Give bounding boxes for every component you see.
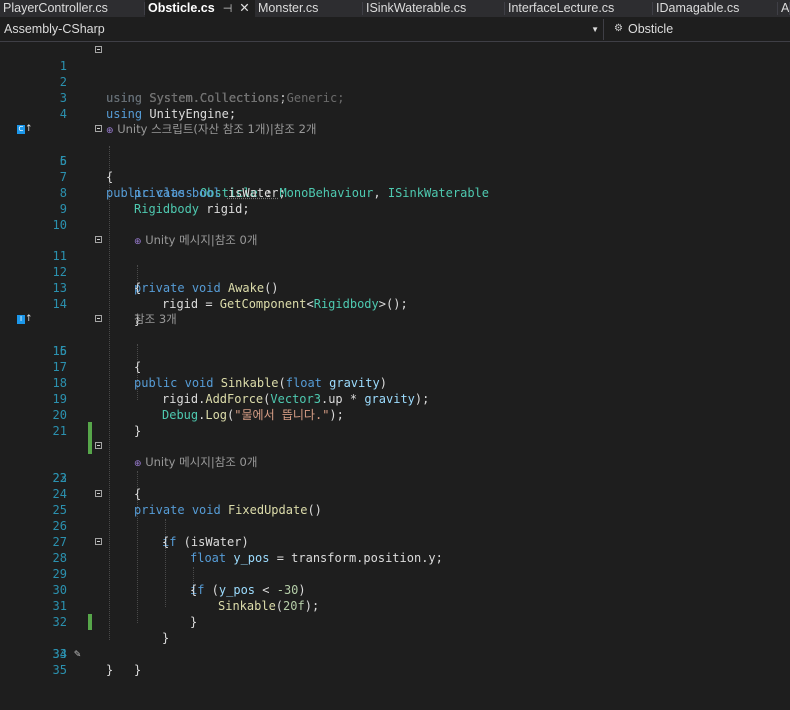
- code-line-22: 22 private void FixedUpdate(): [0, 438, 790, 517]
- project-dropdown[interactable]: Assembly-CSharp ▼: [0, 19, 604, 40]
- codelens-line: ⊕ Unity 스크립트(자산 참조 1개)|참조 2개: [0, 105, 790, 136]
- code-line-19: 19 Debug.Log("물에서 뜹니다.");: [0, 375, 790, 422]
- code-line-17: 17: [0, 343, 790, 374]
- code-line-33: 33 }: [0, 614, 790, 677]
- code-line-18: 18 rigid.AddForce(Vector3.up * gravity);: [0, 359, 790, 406]
- code-line-16: 16 {: [0, 327, 790, 374]
- code-line-3: 3 using UnityEngine;: [0, 74, 790, 121]
- pencil-icon: ✎: [74, 647, 81, 660]
- codelens-line: ⊕ Unity 메시지|참조 0개: [0, 216, 790, 247]
- code-editor[interactable]: 1 using System.Collections; 2 using Syst…: [0, 42, 790, 677]
- code-line-27: 27 float y_pos = transform.position.y;: [0, 518, 790, 565]
- line-number: 35: [52, 663, 67, 677]
- code-line-1: 1 using System.Collections;: [0, 42, 790, 105]
- implementation-icon[interactable]: I ↑: [17, 314, 33, 324]
- tab-label: IDamagable.cs: [656, 1, 740, 15]
- close-icon[interactable]: ✕: [239, 1, 249, 15]
- code-line-24: 24: [0, 470, 790, 501]
- tab-isinkwaterable[interactable]: ISinkWaterable.cs: [363, 0, 505, 17]
- tab-player-controller[interactable]: PlayerController.cs: [0, 0, 145, 17]
- change-indicator: [88, 422, 92, 438]
- code-line-28: 28 if (y_pos < -30): [0, 534, 790, 597]
- code-line-14: 14 }: [0, 280, 790, 327]
- code-line-23: 23 {: [0, 454, 790, 501]
- code-line-32: 32 }: [0, 598, 790, 645]
- code-line-11: 11 private void Awake(): [0, 232, 790, 295]
- codelens-line: 참조 3개: [0, 295, 790, 326]
- tab-label: Monster.cs: [258, 1, 319, 15]
- code-line-34: 34 }: [0, 630, 790, 677]
- collapse-icon[interactable]: [95, 442, 102, 449]
- code-line-8: 8 Rigidbody rigid;: [0, 169, 790, 216]
- implementation-icon[interactable]: C ↑: [17, 124, 33, 134]
- code-line-31: 31 }: [0, 582, 790, 629]
- code-line-13: 13 rigid = GetComponent<Rigidbody>();: [0, 264, 790, 311]
- code-line-5: C ↑ 5 public class Obsticle : MonoBehavio…: [0, 121, 790, 200]
- collapse-icon[interactable]: [95, 236, 102, 243]
- collapse-icon[interactable]: [95, 538, 102, 545]
- code-line-7: 7 private bool isWater;: [0, 153, 790, 200]
- change-indicator: [88, 614, 92, 630]
- tab-obsticle[interactable]: Obsticle.cs ⊣ ✕: [145, 0, 255, 17]
- tab-label: ISinkWaterable.cs: [366, 1, 467, 15]
- code-line-9: 9: [0, 185, 790, 216]
- tab-monster[interactable]: Monster.cs: [255, 0, 363, 17]
- project-name: Assembly-CSharp: [4, 22, 105, 36]
- code-line-15: I ↑ 15 public void Sinkable(float gravity…: [0, 311, 790, 390]
- class-icon: ⚙: [614, 23, 623, 34]
- tab-label: A: [781, 1, 790, 15]
- tab-interface-lecture[interactable]: InterfaceLecture.cs: [505, 0, 653, 17]
- code-line-30: 30 Sinkable(20f);: [0, 566, 790, 613]
- tab-label: PlayerController.cs: [3, 1, 108, 15]
- class-dropdown[interactable]: ⚙ Obsticle: [608, 19, 790, 40]
- code-line-21: 21: [0, 407, 790, 438]
- code-line-4: 4: [0, 90, 790, 121]
- code-line-35: 35 ✎: [0, 646, 790, 677]
- tab-overflow[interactable]: A: [778, 0, 790, 17]
- code-line-20: 20 }: [0, 391, 790, 438]
- code-line-10: 10: [0, 201, 790, 232]
- collapse-icon[interactable]: [95, 315, 102, 322]
- code-line-26: 26 {: [0, 502, 790, 549]
- collapse-icon[interactable]: [95, 490, 102, 497]
- code-text: }: [134, 663, 142, 677]
- collapse-icon[interactable]: [95, 46, 102, 53]
- change-indicator: [88, 438, 92, 454]
- code-line-25: 25 if (isWater): [0, 486, 790, 549]
- code-line-2: 2 using System.Collections.Generic;: [0, 58, 790, 105]
- navigation-bar: Assembly-CSharp ▼ ⚙ Obsticle: [0, 18, 790, 42]
- collapse-icon[interactable]: [95, 125, 102, 132]
- chevron-down-icon: ▼: [591, 25, 599, 34]
- codelens-line: ⊕ Unity 메시지|참조 0개: [0, 422, 790, 469]
- tab-label: Obsticle.cs: [148, 1, 215, 15]
- class-name: Obsticle: [628, 22, 674, 36]
- document-tab-strip: PlayerController.cs Obsticle.cs ⊣ ✕ Monste…: [0, 0, 790, 17]
- code-text: }: [106, 663, 114, 677]
- code-line-12: 12 {: [0, 248, 790, 295]
- tab-idamagable[interactable]: IDamagable.cs: [653, 0, 778, 17]
- tab-label: InterfaceLecture.cs: [508, 1, 615, 15]
- code-line-6: 6 {: [0, 137, 790, 184]
- code-line-29: 29 {: [0, 550, 790, 597]
- pin-icon[interactable]: ⊣: [223, 3, 233, 15]
